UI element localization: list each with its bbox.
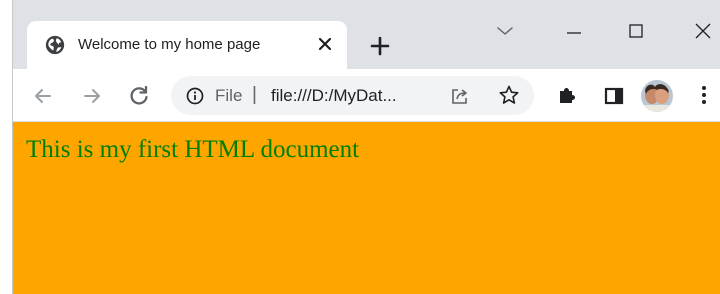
close-icon[interactable] <box>314 33 336 55</box>
tab-title: Welcome to my home page <box>78 36 261 53</box>
toolbar: File | file:///D:/MyDat... <box>13 69 720 122</box>
url-text[interactable]: file:///D:/MyDat... <box>271 86 397 106</box>
plus-icon[interactable] <box>368 34 392 58</box>
profile-photo-icon <box>641 80 673 112</box>
address-bar[interactable]: File | file:///D:/MyDat... <box>171 76 534 115</box>
chevron-down-icon[interactable] <box>494 22 516 40</box>
forward-arrow-icon[interactable] <box>79 83 105 109</box>
info-icon[interactable] <box>185 86 205 106</box>
maximize-icon[interactable] <box>624 20 648 42</box>
active-tab[interactable]: Welcome to my home page <box>27 21 347 69</box>
star-icon[interactable] <box>498 84 520 106</box>
side-panel-icon[interactable] <box>604 86 624 106</box>
page-text: This is my first HTML document <box>26 136 360 163</box>
minimize-icon[interactable] <box>562 22 586 42</box>
kebab-menu-icon[interactable] <box>697 82 711 108</box>
page-viewport: This is my first HTML document <box>13 122 720 294</box>
scheme-label: File <box>215 86 243 105</box>
puzzle-icon[interactable] <box>556 84 578 106</box>
tab-strip: Welcome to my home page <box>13 0 720 69</box>
scheme-separator: | <box>252 84 257 105</box>
share-icon[interactable] <box>449 85 471 107</box>
close-icon[interactable] <box>691 20 715 42</box>
browser-window: Welcome to my home page File | file:///D… <box>13 0 720 294</box>
globe-icon <box>45 35 65 55</box>
avatar[interactable] <box>641 80 673 112</box>
reload-icon[interactable] <box>126 83 152 109</box>
back-arrow-icon[interactable] <box>30 83 56 109</box>
